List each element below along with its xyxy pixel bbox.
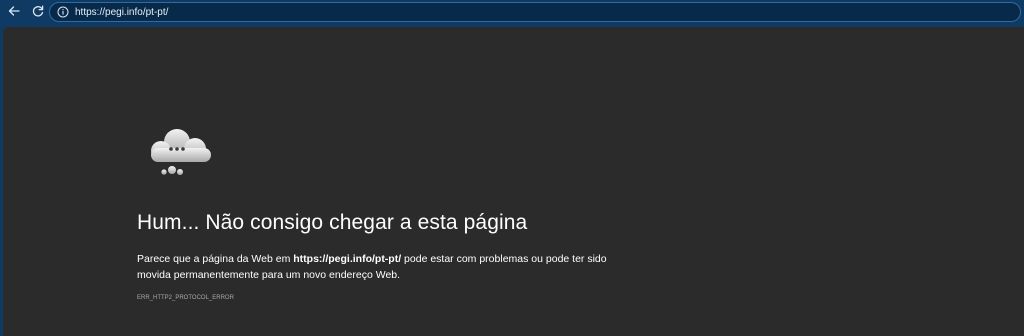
- page-content: [3, 27, 1024, 336]
- back-button[interactable]: [3, 2, 25, 24]
- address-bar[interactable]: https://pegi.info/pt-pt/: [49, 2, 1021, 22]
- desc-prefix: Parece que a página da Web em: [137, 253, 294, 265]
- back-arrow-icon: [7, 4, 21, 23]
- url-text[interactable]: https://pegi.info/pt-pt/: [75, 7, 168, 18]
- refresh-button[interactable]: [27, 2, 49, 24]
- info-icon[interactable]: [55, 4, 71, 20]
- error-code: ERR_HTTP2_PROTOCOL_ERROR: [137, 295, 234, 301]
- error-description: Parece que a página da Web em https://pe…: [137, 251, 607, 283]
- browser-toolbar: https://pegi.info/pt-pt/: [0, 0, 1024, 26]
- desc-url: https://pegi.info/pt-pt/: [293, 253, 402, 265]
- error-heading: Hum... Não consigo chegar a esta página: [137, 211, 528, 234]
- refresh-icon: [31, 4, 45, 23]
- thinking-cloud-icon: [140, 124, 216, 180]
